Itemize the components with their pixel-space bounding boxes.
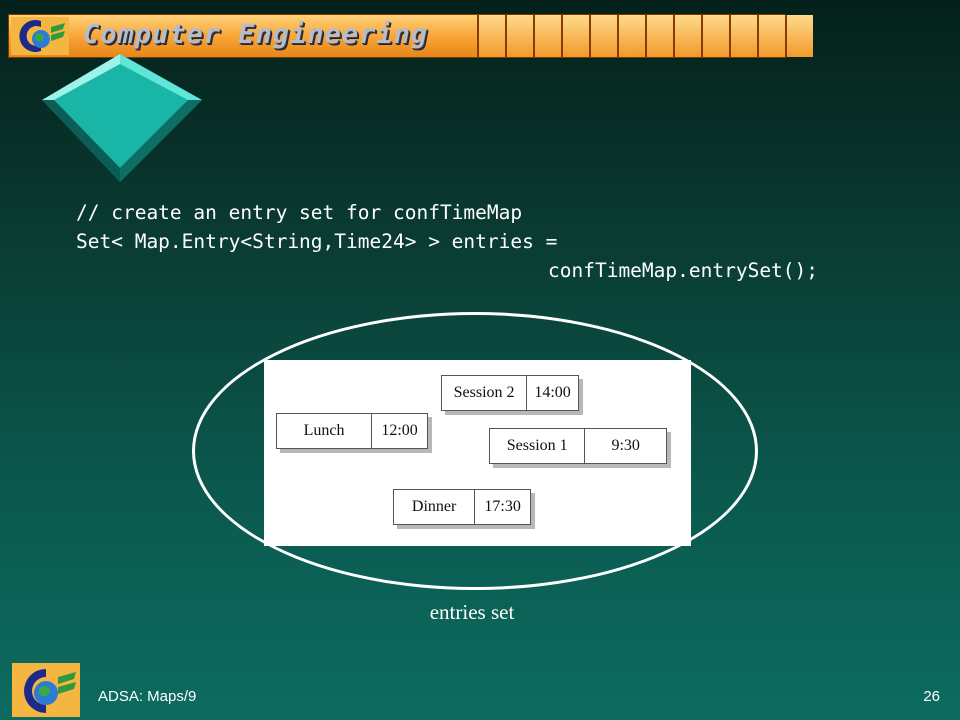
banner-cell <box>589 15 617 57</box>
page-number: 26 <box>923 688 940 705</box>
banner-cell <box>533 15 561 57</box>
entry-key: Lunch <box>277 414 373 448</box>
entry-box: Lunch 12:00 <box>276 413 428 449</box>
banner-cell <box>505 15 533 57</box>
banner-decoration <box>477 15 813 57</box>
banner-cell <box>477 15 505 57</box>
entry-value: 17:30 <box>484 498 521 515</box>
footer-course-label: ADSA: Maps/9 <box>98 688 197 705</box>
banner-cell <box>673 15 701 57</box>
banner-cell <box>561 15 589 57</box>
entry-value: 14:00 <box>534 384 571 401</box>
diamond-icon <box>42 54 202 182</box>
entry-box: Session 2 14:00 <box>441 375 579 411</box>
banner-cell <box>785 15 813 57</box>
entry-value: 9:30 <box>611 437 640 454</box>
code-block: // create an entry set for confTimeMap Se… <box>76 198 818 285</box>
banner-cell <box>757 15 785 57</box>
banner-cell <box>729 15 757 57</box>
entry-value: 12:00 <box>381 422 418 439</box>
entry-box: Dinner 17:30 <box>393 489 531 525</box>
banner-cell <box>701 15 729 57</box>
entry-key: Session 1 <box>490 429 586 463</box>
banner-title: Computer Engineering <box>83 19 429 50</box>
footer-logo-icon <box>12 663 80 717</box>
code-line-comment: // create an entry set for confTimeMap <box>76 201 523 224</box>
entries-figure: Session 2 14:00 Lunch 12:00 Session 1 9:… <box>264 360 691 546</box>
banner-cell <box>645 15 673 57</box>
code-line-declaration: Set< Map.Entry<String,Time24> > entries … <box>76 230 558 253</box>
entry-box: Session 1 9:30 <box>489 428 667 464</box>
entry-key: Session 2 <box>442 376 528 410</box>
entries-caption: entries set <box>429 600 515 624</box>
banner-cell <box>617 15 645 57</box>
code-line-call: confTimeMap.entrySet(); <box>548 259 819 282</box>
entry-key: Dinner <box>394 490 476 524</box>
